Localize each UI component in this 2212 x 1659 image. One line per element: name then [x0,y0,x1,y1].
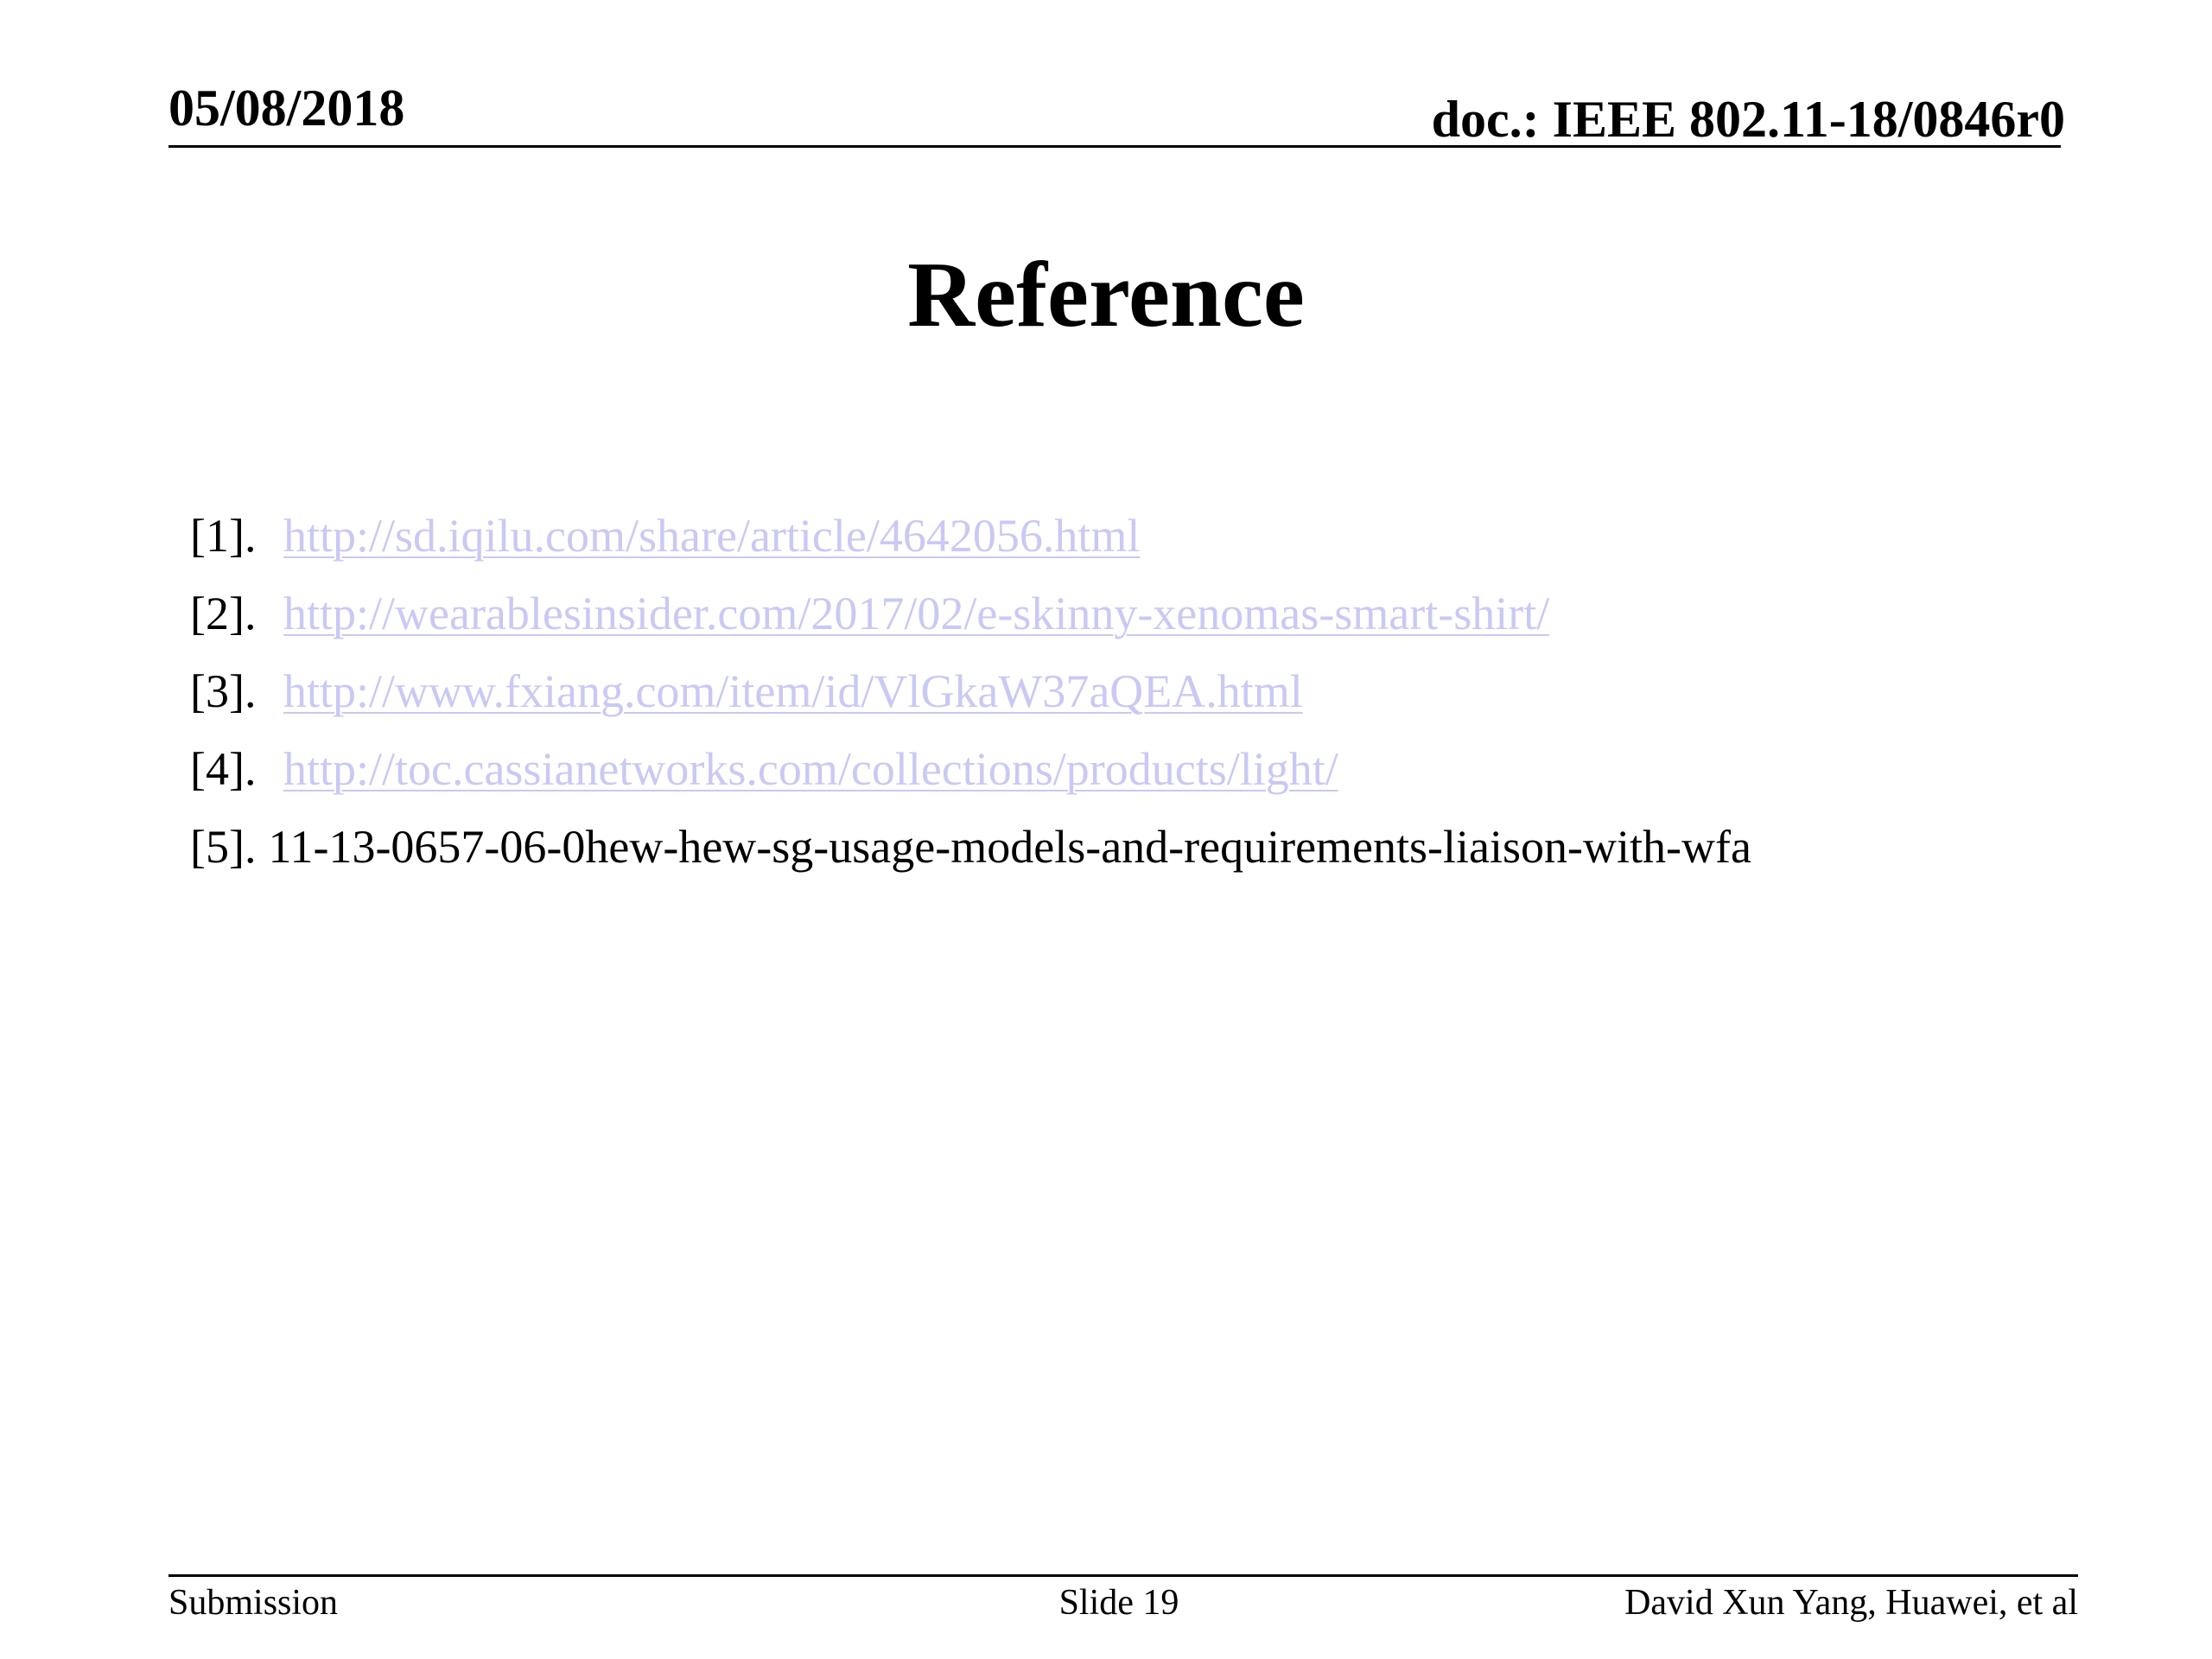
footer-divider [168,1574,2078,1577]
reference-link-3[interactable]: http://www.fxiang.com/item/id/VlGkaW37aQ… [283,665,1303,717]
reference-number: [3]. [190,665,257,717]
reference-number: [5]. [190,821,257,873]
reference-item-3: [3]. http://www.fxiang.com/item/id/VlGkaW… [190,652,1751,730]
slide-title: Reference [907,244,1305,346]
reference-item-5: [5]. 11-13-0657-06-0hew-hew-sg-usage-mode… [190,808,1751,886]
reference-text-5: 11-13-0657-06-0hew-hew-sg-usage-models-a… [268,821,1751,873]
reference-list: [1]. http://sd.iqilu.com/share/article/46… [190,497,1751,886]
header-date: 05/08/2018 [168,79,405,137]
header-doc-id: doc.: IEEE 802.11-18/0846r0 [1431,91,2065,148]
reference-link-2[interactable]: http://wearablesinsider.com/2017/02/e-sk… [283,588,1549,639]
reference-item-1: [1]. http://sd.iqilu.com/share/article/46… [190,497,1751,575]
reference-number: [4]. [190,743,257,795]
reference-number: [1]. [190,510,257,562]
reference-item-4: [4]. http://toc.cassianetworks.com/collec… [190,730,1751,808]
reference-link-1[interactable]: http://sd.iqilu.com/share/article/464205… [283,510,1140,562]
reference-link-4[interactable]: http://toc.cassianetworks.com/collection… [283,743,1338,795]
footer-author: David Xun Yang, Huawei, et al [1624,1583,2078,1623]
reference-item-2: [2]. http://wearablesinsider.com/2017/02/… [190,575,1751,652]
reference-number: [2]. [190,588,257,639]
header-divider [168,145,2061,148]
